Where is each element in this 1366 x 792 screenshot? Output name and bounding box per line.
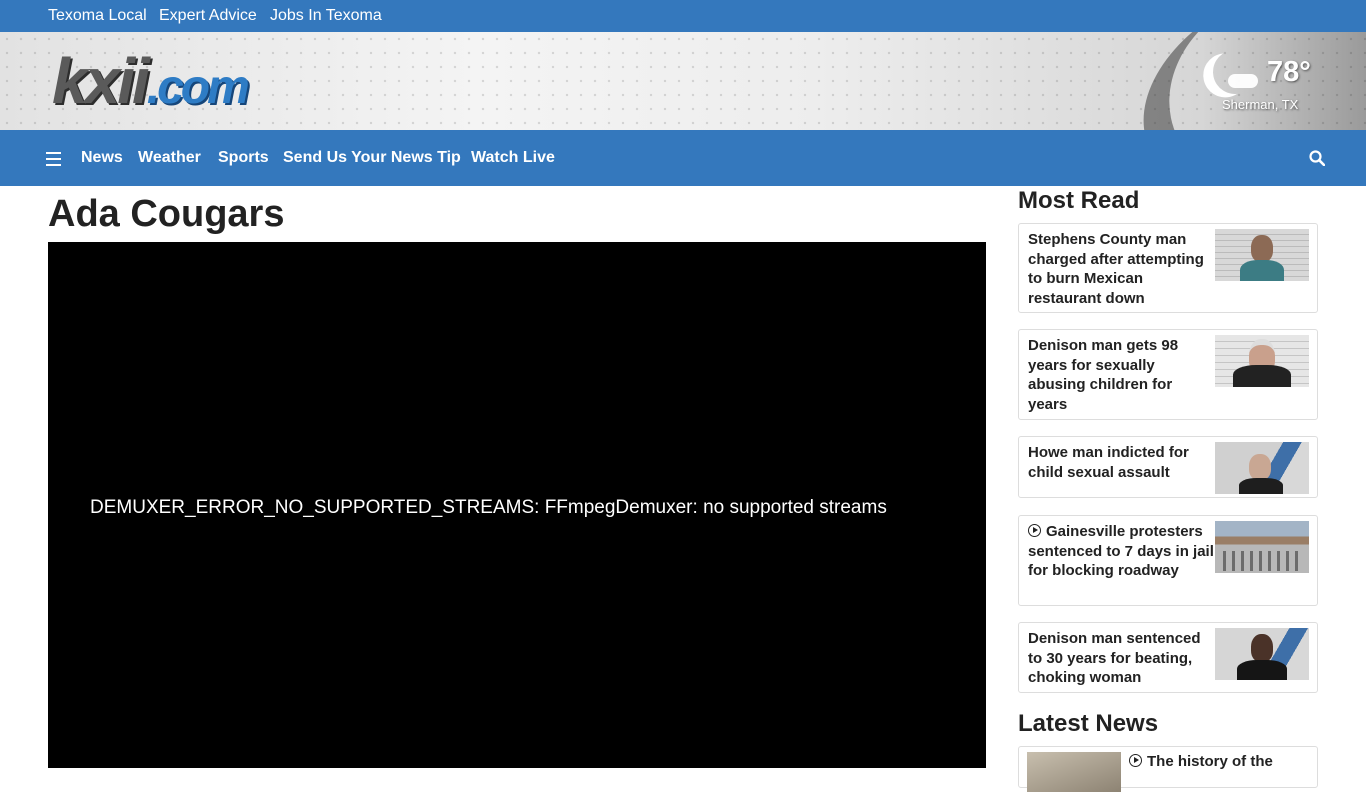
latest-news-item-title: The history of the	[1147, 753, 1273, 770]
nav-news[interactable]: News	[81, 149, 123, 167]
nav-sports[interactable]: Sports	[218, 149, 269, 167]
weather-city: Sherman, TX	[1222, 97, 1299, 112]
hamburger-menu-icon[interactable]	[46, 152, 61, 166]
most-read-item[interactable]: Gainesville protesters sentenced to 7 da…	[1018, 515, 1318, 606]
most-read-heading: Most Read	[1018, 187, 1140, 214]
nav-watch-live[interactable]: Watch Live	[471, 149, 555, 167]
most-read-item-title: Denison man sentenced to 30 years for be…	[1028, 630, 1201, 686]
video-error-message: DEMUXER_ERROR_NO_SUPPORTED_STREAMS: FFmp…	[90, 497, 887, 518]
jobs-in-texoma-link[interactable]: Jobs In Texoma	[270, 7, 382, 25]
page-title: Ada Cougars	[48, 193, 285, 235]
story-thumbnail[interactable]	[1215, 442, 1309, 494]
video-play-icon	[1129, 754, 1142, 767]
texoma-local-link[interactable]: Texoma Local	[48, 7, 147, 25]
weather-temperature: 78°	[1267, 56, 1311, 88]
nav-news-tip[interactable]: Send Us Your News Tip	[283, 149, 461, 167]
video-player[interactable]: DEMUXER_ERROR_NO_SUPPORTED_STREAMS: FFmp…	[48, 242, 986, 768]
most-read-item[interactable]: Stephens County man charged after attemp…	[1018, 223, 1318, 313]
weather-widget[interactable]: 78° Sherman, TX	[1210, 46, 1330, 116]
expert-advice-link[interactable]: Expert Advice	[159, 7, 257, 25]
story-thumbnail[interactable]	[1027, 752, 1121, 792]
video-play-icon	[1028, 524, 1041, 537]
latest-news-heading: Latest News	[1018, 710, 1159, 737]
most-read-item-title: Denison man gets 98 years for sexually a…	[1028, 337, 1179, 413]
nav-weather[interactable]: Weather	[138, 149, 201, 167]
story-thumbnail[interactable]	[1215, 521, 1309, 573]
latest-news-item[interactable]: The history of the	[1018, 746, 1318, 792]
story-thumbnail[interactable]	[1215, 229, 1309, 281]
most-read-item-title: Stephens County man charged after attemp…	[1028, 231, 1204, 307]
most-read-item-title: Gainesville protesters sentenced to 7 da…	[1028, 523, 1214, 579]
most-read-item-title: Howe man indicted for child sexual assau…	[1028, 444, 1189, 481]
moon-cloud-icon	[1210, 47, 1261, 98]
most-read-item[interactable]: Denison man gets 98 years for sexually a…	[1018, 329, 1318, 420]
most-read-item[interactable]: Howe man indicted for child sexual assau…	[1018, 436, 1318, 498]
story-thumbnail[interactable]	[1215, 335, 1309, 387]
utility-bar: Texoma Local Expert Advice Jobs In Texom…	[0, 0, 1366, 32]
search-icon[interactable]	[1309, 150, 1325, 166]
story-thumbnail[interactable]	[1215, 628, 1309, 680]
most-read-item[interactable]: Denison man sentenced to 30 years for be…	[1018, 622, 1318, 693]
masthead: kxii.com	[0, 32, 1366, 130]
main-nav: News Weather Sports Send Us Your News Ti…	[0, 130, 1366, 186]
site-logo[interactable]: kxii.com	[52, 46, 250, 123]
